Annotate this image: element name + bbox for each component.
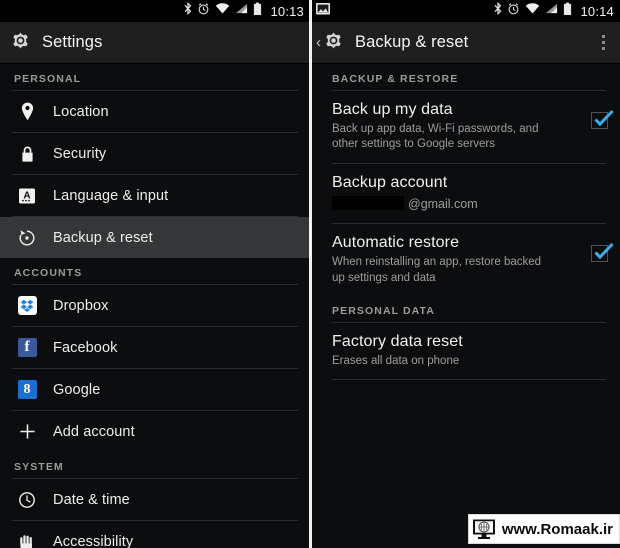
section-header-personal-data: PERSONAL DATA: [332, 304, 435, 317]
bluetooth-icon: [184, 1, 192, 20]
pref-title: Factory data reset: [332, 332, 463, 350]
pref-title: Back up my data: [332, 101, 453, 118]
pref-back-up-my-data[interactable]: Back up my data Back up app data, Wi-Fi …: [310, 91, 620, 163]
accessibility-hand-icon: [14, 529, 40, 548]
section-header-system: SYSTEM: [14, 461, 64, 473]
checkbox-automatic-restore[interactable]: [591, 243, 614, 263]
panel-separator: [309, 0, 312, 548]
sidebar-item-backup-reset[interactable]: Backup & reset: [0, 217, 310, 258]
pref-summary: @gmail.com: [332, 195, 557, 213]
settings-gear-icon: [9, 29, 32, 57]
computer-monitor-icon: [471, 518, 497, 540]
sidebar-item-label: Language & input: [53, 187, 169, 204]
lock-icon: [14, 141, 40, 167]
sidebar-item-label: Security: [53, 145, 107, 162]
right-page-title: Backup & reset: [355, 33, 469, 51]
pref-factory-data-reset[interactable]: Factory data reset Erases all data on ph…: [310, 323, 620, 379]
pref-checkbox-wrap: [591, 233, 614, 263]
settings-gear-icon[interactable]: [322, 29, 345, 57]
sidebar-item-facebook[interactable]: f Facebook: [0, 327, 310, 368]
redacted-account-name: [332, 195, 404, 210]
sidebar-item-label: Google: [53, 381, 101, 398]
alarm-icon: [197, 2, 210, 20]
pref-summary: Erases all data on phone: [332, 355, 460, 368]
watermark-text: www.Romaak.ir: [501, 520, 613, 538]
section-header-backup-restore: BACKUP & RESTORE: [332, 73, 459, 85]
keyboard-language-icon: A: [14, 183, 40, 209]
pref-checkbox-wrap: [591, 100, 614, 129]
sidebar-item-label: Dropbox: [53, 297, 109, 314]
pref-text: Automatic restore When reinstalling an a…: [332, 233, 591, 286]
pref-summary: Back up app data, Wi-Fi passwords, and o…: [332, 123, 539, 151]
sidebar-item-accessibility[interactable]: Accessibility: [0, 521, 310, 548]
sidebar-item-label: Accessibility: [53, 533, 134, 548]
sidebar-item-label: Backup & reset: [53, 229, 153, 246]
right-panel-backup-reset: 10:14 ‹ Backup & reset BACKUP & RESTORE: [310, 0, 620, 548]
overflow-menu-icon[interactable]: [597, 31, 611, 55]
alarm-icon: [507, 2, 520, 20]
plus-icon: [14, 419, 40, 445]
section-header-accounts: ACCOUNTS: [14, 267, 83, 279]
clock-icon: [14, 487, 40, 513]
backup-reset-list: BACKUP & RESTORE Back up my data Back up…: [310, 64, 620, 381]
sidebar-item-language-input[interactable]: A Language & input: [0, 175, 310, 216]
wifi-icon: [215, 2, 230, 20]
pref-text: Back up my data Back up app data, Wi-Fi …: [332, 100, 591, 153]
pref-title: Backup account: [332, 173, 448, 191]
google-icon: 8: [14, 377, 40, 403]
facebook-icon: f: [14, 335, 40, 361]
back-chevron-icon[interactable]: ‹: [316, 35, 321, 50]
location-pin-icon: [14, 99, 40, 125]
battery-icon: [563, 2, 572, 21]
divider: [332, 379, 606, 381]
screenshot-icon: [315, 2, 331, 21]
pref-text: Factory data reset Erases all data on ph…: [332, 332, 608, 369]
left-action-bar: Settings: [0, 22, 310, 64]
pref-summary: When reinstalling an app, restore backed…: [332, 256, 542, 284]
section-header-personal: PERSONAL: [14, 73, 82, 85]
signal-icon: [235, 2, 248, 20]
sidebar-item-label: Date & time: [53, 491, 130, 508]
watermark: www.Romaak.ir: [467, 514, 620, 544]
left-panel-settings-list: 10:13 Settings PERSONAL Location Securit…: [0, 0, 310, 548]
left-status-icons: 10:13: [184, 1, 304, 21]
right-status-icons: 10:14: [494, 1, 614, 21]
sidebar-item-date-time[interactable]: Date & time: [0, 479, 310, 520]
backup-restore-icon: [14, 225, 40, 251]
sidebar-item-label: Facebook: [53, 339, 118, 356]
left-page-title: Settings: [42, 33, 103, 51]
sidebar-item-security[interactable]: Security: [0, 133, 310, 174]
dual-screenshot-canvas: 10:13 Settings PERSONAL Location Securit…: [0, 0, 620, 548]
right-action-bar: ‹ Backup & reset: [310, 22, 620, 64]
left-status-bar: 10:13: [0, 0, 310, 22]
checkbox-back-up-my-data[interactable]: [591, 109, 614, 129]
pref-backup-account[interactable]: Backup account @gmail.com: [310, 164, 620, 223]
sidebar-item-label: Add account: [53, 423, 135, 440]
right-status-time: 10:14: [580, 3, 614, 19]
pref-title: Automatic restore: [332, 234, 460, 252]
sidebar-item-add-account[interactable]: Add account: [0, 411, 310, 452]
settings-list: PERSONAL Location Security A Language & …: [0, 64, 310, 548]
bluetooth-icon: [494, 1, 502, 20]
right-status-bar: 10:14: [310, 0, 620, 22]
pref-automatic-restore[interactable]: Automatic restore When reinstalling an a…: [310, 224, 620, 296]
right-status-notifications: [315, 2, 494, 21]
battery-icon: [253, 2, 262, 21]
signal-icon: [545, 2, 558, 20]
account-domain: @gmail.com: [408, 196, 478, 211]
sidebar-item-google[interactable]: 8 Google: [0, 369, 310, 410]
wifi-icon: [525, 2, 540, 20]
sidebar-item-dropbox[interactable]: Dropbox: [0, 285, 310, 326]
sidebar-item-label: Location: [53, 103, 109, 120]
pref-text: Backup account @gmail.com: [332, 173, 608, 213]
left-status-time: 10:13: [270, 3, 304, 19]
dropbox-icon: [14, 293, 40, 319]
sidebar-item-location[interactable]: Location: [0, 91, 310, 132]
